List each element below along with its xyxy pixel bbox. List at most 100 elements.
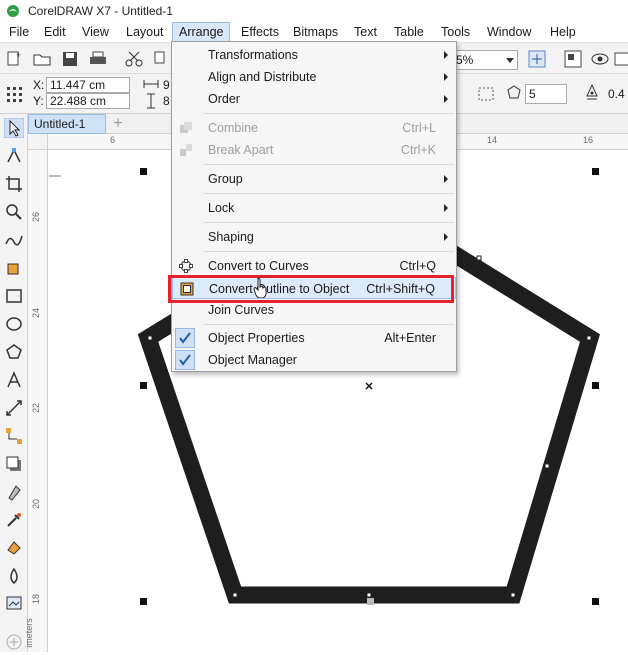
interactive-fill-tool-icon[interactable] — [4, 538, 24, 558]
menu-item-combine[interactable]: Combine Ctrl+L — [172, 117, 456, 139]
menu-item-shaping[interactable]: Shaping — [172, 226, 456, 248]
convert-to-curves-icon — [179, 259, 193, 273]
checkmark-icon — [175, 328, 195, 348]
submenu-arrow-icon — [444, 51, 448, 59]
v-ruler-tick: 26 — [31, 211, 42, 223]
menu-item-lock[interactable]: Lock — [172, 197, 456, 219]
cut-icon[interactable] — [124, 49, 144, 69]
menu-edit[interactable]: Edit — [44, 22, 66, 42]
text-tool-icon[interactable] — [4, 370, 24, 390]
tab-untitled-1[interactable]: Untitled-1 — [28, 114, 106, 134]
add-tab-button[interactable]: + — [110, 116, 126, 132]
y-label: Y: — [33, 94, 44, 108]
menu-arrange[interactable]: Arrange — [172, 22, 231, 42]
polygon-sides-field[interactable]: 5 — [525, 84, 567, 104]
menu-item-align-distribute[interactable]: Align and Distribute — [172, 66, 456, 88]
add-tool-icon[interactable] — [4, 632, 24, 652]
x-position-field[interactable]: 11.447 cm — [46, 77, 130, 93]
y-position-field[interactable]: 22.488 cm — [46, 93, 130, 109]
menu-item-convert-to-curves[interactable]: Convert to Curves Ctrl+Q — [172, 255, 456, 277]
menu-separator — [204, 222, 454, 223]
menu-bitmaps[interactable]: Bitmaps — [293, 22, 338, 42]
v-ruler-tick: 24 — [31, 307, 42, 319]
submenu-arrow-icon — [444, 233, 448, 241]
v-ruler-tick: 18 — [31, 593, 42, 605]
rectangle-tool-icon[interactable] — [4, 286, 24, 306]
title-bar: CorelDRAW X7 - Untitled-1 — [0, 0, 628, 22]
height-icon — [147, 93, 155, 109]
v-ruler-tick: 22 — [31, 402, 42, 414]
menu-effects[interactable]: Effects — [241, 22, 279, 42]
copy-icon[interactable] — [151, 49, 171, 69]
submenu-arrow-icon — [444, 73, 448, 81]
window-title: CorelDRAW X7 - Untitled-1 — [28, 4, 173, 18]
menu-item-transformations[interactable]: Transformations — [172, 44, 456, 66]
ruler-unit-label: imeters — [23, 618, 34, 648]
menu-separator — [204, 251, 454, 252]
menu-table[interactable]: Table — [394, 22, 424, 42]
menu-text[interactable]: Text — [354, 22, 377, 42]
width-value[interactable]: 9 — [163, 78, 170, 92]
menu-bar: File Edit View Layout Arrange Effects Bi… — [0, 22, 628, 42]
highlight-annotation — [168, 275, 454, 303]
h-ruler-tick: 16 — [583, 135, 594, 145]
dimension-tool-icon[interactable] — [4, 398, 24, 418]
y-position-value: 22.488 cm — [50, 94, 107, 108]
outline-width-value[interactable]: 0.4 — [608, 87, 625, 101]
drop-shadow-tool-icon[interactable] — [4, 454, 24, 474]
new-document-icon[interactable]: + — [4, 49, 24, 69]
polygon-sides-icon — [507, 85, 521, 99]
menu-item-order[interactable]: Order — [172, 88, 456, 110]
zoom-level-field[interactable]: 5% — [452, 50, 518, 70]
snap-to-icon[interactable] — [563, 49, 583, 69]
menu-item-group[interactable]: Group — [172, 168, 456, 190]
transparency-tool-icon[interactable] — [4, 482, 24, 502]
object-origin-icon[interactable] — [4, 84, 24, 104]
open-icon[interactable] — [32, 49, 52, 69]
zoom-fit-icon[interactable] — [527, 49, 547, 69]
polygon-tool-icon[interactable] — [4, 342, 24, 362]
freehand-tool-icon[interactable] — [4, 230, 24, 250]
menu-file[interactable]: File — [9, 22, 29, 42]
center-marker — [365, 382, 373, 390]
menu-layout[interactable]: Layout — [126, 22, 164, 42]
menu-item-break-apart[interactable]: Break Apart Ctrl+K — [172, 139, 456, 161]
submenu-arrow-icon — [444, 204, 448, 212]
h-ruler-tick: 14 — [487, 135, 498, 145]
chevron-down-icon — [506, 58, 514, 63]
polygon-sides-value: 5 — [529, 87, 536, 101]
eyedropper-tool-icon[interactable] — [4, 510, 24, 530]
smart-fill-icon[interactable] — [4, 566, 24, 586]
shape-tool-icon[interactable] — [4, 146, 24, 166]
mouse-cursor-icon — [253, 277, 267, 298]
connector-tool-icon[interactable] — [4, 426, 24, 446]
vertical-ruler[interactable]: 26 24 22 20 18 imeters — [24, 150, 48, 652]
h-ruler-tick: 6 — [110, 135, 116, 145]
ellipse-tool-icon[interactable] — [4, 314, 24, 334]
crop-tool-icon[interactable] — [4, 174, 24, 194]
menu-help[interactable]: Help — [550, 22, 576, 42]
menu-separator — [204, 113, 454, 114]
height-value[interactable]: 8 — [163, 94, 170, 108]
zoom-tool-icon[interactable] — [4, 202, 24, 222]
menu-window[interactable]: Window — [487, 22, 531, 42]
menu-view[interactable]: View — [82, 22, 109, 42]
menu-separator — [204, 164, 454, 165]
menu-item-object-manager[interactable]: Object Manager — [172, 349, 456, 371]
pick-tool-icon[interactable] — [4, 118, 24, 138]
transform-icon[interactable] — [476, 84, 496, 104]
view-icon[interactable] — [590, 49, 610, 69]
options-icon[interactable] — [612, 49, 628, 69]
save-icon[interactable] — [60, 49, 80, 69]
x-position-value: 11.447 cm — [50, 78, 106, 92]
submenu-arrow-icon — [444, 175, 448, 183]
ruler-origin[interactable] — [28, 134, 48, 150]
menu-tools[interactable]: Tools — [441, 22, 470, 42]
menu-item-object-properties[interactable]: Object Properties Alt+Enter — [172, 327, 456, 349]
menu-separator — [204, 193, 454, 194]
coreldraw-logo-icon — [7, 5, 19, 17]
outline-tool-icon[interactable] — [4, 594, 24, 614]
smart-fill-tool-icon[interactable] — [4, 258, 24, 278]
x-label: X: — [33, 78, 45, 92]
print-icon[interactable] — [88, 49, 108, 69]
